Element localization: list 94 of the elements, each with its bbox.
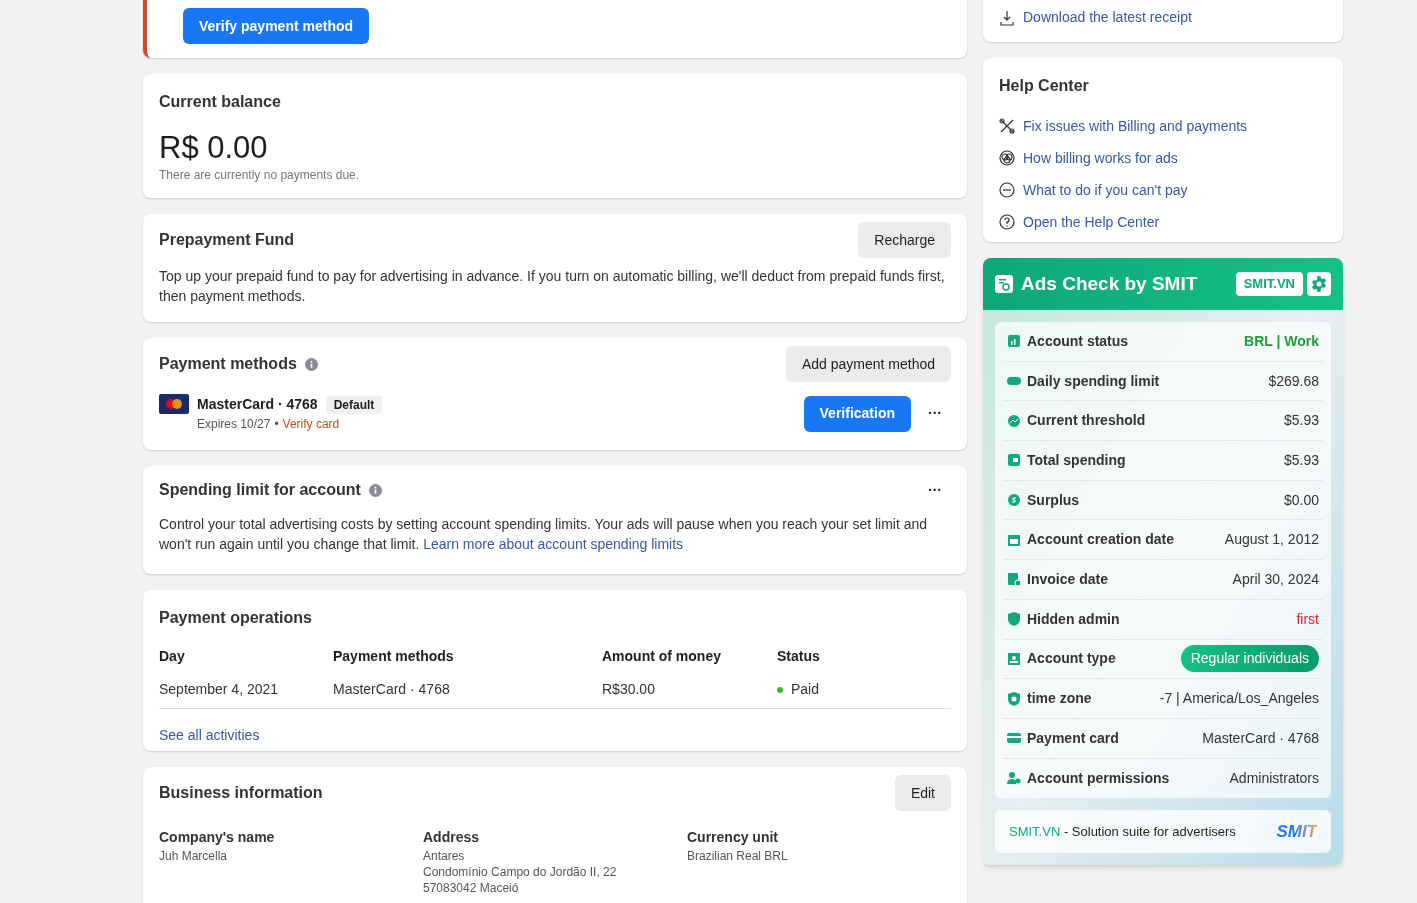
field-value: Brazilian Real BRL <box>687 848 789 864</box>
row-label: Invoice date <box>1027 569 1109 589</box>
card-title: Payment operations <box>159 608 313 628</box>
card-icon <box>159 394 189 414</box>
row-label: Total spending <box>1027 450 1127 470</box>
invoice-icon <box>1007 572 1021 587</box>
card-title: Help Center <box>999 76 1090 96</box>
separator-dot: • <box>274 416 279 433</box>
user-gear-icon <box>1007 771 1021 786</box>
field-value: 57083042 Maceió <box>423 880 520 896</box>
shield-icon <box>1007 612 1021 627</box>
help-link[interactable]: What to do if you can't pay <box>1023 179 1188 201</box>
minus-circle-icon <box>999 182 1015 198</box>
card-title: Business information <box>159 783 323 803</box>
row-value: $5.93 <box>1283 450 1319 470</box>
verify-card-link[interactable]: Verify card <box>282 415 340 433</box>
row-value: -7 | America/Los_Angeles <box>1159 689 1319 709</box>
row-value: $269.68 <box>1268 371 1319 391</box>
row-label: Current threshold <box>1027 411 1147 431</box>
panel-title: Ads Check by SMIT <box>1021 271 1199 296</box>
circles-icon <box>999 150 1015 166</box>
table-cell-text: R$30.00 <box>602 680 656 699</box>
row-label: Account creation date <box>1027 530 1176 550</box>
help-link[interactable]: Open the Help Center <box>1023 211 1160 233</box>
card-title: Spending limit for account <box>159 480 361 500</box>
settings-icon <box>1311 276 1327 292</box>
field-label: Company's name <box>159 828 276 847</box>
clock-shield-icon <box>1007 691 1021 706</box>
row-value: April 30, 2024 <box>1232 569 1319 589</box>
row-value: BRL | Work <box>1244 331 1319 351</box>
info-icon <box>368 483 382 497</box>
wallet-icon <box>1007 453 1021 468</box>
row-label: Surplus <box>1027 490 1081 510</box>
balance-amount: R$ 0.00 <box>159 130 269 166</box>
settings-button[interactable] <box>1307 272 1331 296</box>
recharge-button[interactable]: Recharge <box>858 222 951 258</box>
more-button[interactable]: ··· <box>919 397 951 430</box>
download-icon <box>999 9 1015 26</box>
column-header: Amount of money <box>602 647 722 666</box>
field-value: Antares <box>423 848 466 864</box>
field-label: Currency unit <box>687 828 779 847</box>
chart-icon <box>1007 334 1021 349</box>
row-label: Account type <box>1027 649 1117 669</box>
id-card-icon <box>1007 651 1021 666</box>
help-link[interactable]: Fix issues with Billing and payments <box>1023 115 1248 137</box>
card-title: Current balance <box>159 92 282 112</box>
help-link[interactable]: How billing works for ads <box>1023 147 1178 169</box>
credit-card-icon <box>1007 731 1021 746</box>
row-label: Account status <box>1027 331 1130 351</box>
column-header: Day <box>159 647 186 666</box>
see-all-link[interactable]: See all activities <box>159 725 951 746</box>
card-name: MasterCard · 4768 <box>197 395 318 414</box>
card-title: Prepayment Fund <box>159 230 295 250</box>
account-type-badge: Regular individuals <box>1180 645 1319 673</box>
row-label: Daily spending limit <box>1027 371 1161 391</box>
tools-icon <box>999 118 1015 134</box>
receipt-link[interactable]: Download the latest receipt <box>1023 7 1192 28</box>
row-label: time zone <box>1027 689 1093 709</box>
row-value: Administrators <box>1229 768 1319 788</box>
row-label: Hidden admin <box>1027 609 1121 629</box>
default-badge: Default <box>325 395 383 414</box>
info-icon <box>304 357 318 371</box>
row-value: MasterCard · 4768 <box>1202 728 1319 748</box>
help-icon <box>999 214 1015 230</box>
field-value: Juh Marcella <box>159 848 229 864</box>
card-title: Payment methods <box>159 354 297 374</box>
dollar-icon <box>1007 493 1021 508</box>
field-label: Address <box>423 828 481 847</box>
table-cell-text: September 4, 2021 <box>159 680 280 699</box>
footer-text: SMIT.VN - Solution suite for advertisers <box>1009 823 1237 841</box>
add-payment-method-button[interactable]: Add payment method <box>785 346 951 382</box>
card-description: Top up your prepaid fund to pay for advertising in advance. If you turn on automatic billing, we'll deduct from prepaid funds first, then payment methods. <box>159 267 946 306</box>
edit-button[interactable]: Edit <box>894 775 951 811</box>
report-icon <box>995 275 1013 293</box>
learn-more-link[interactable]: Learn more about account spending limits <box>423 536 684 552</box>
row-value: $5.93 <box>1283 411 1319 431</box>
row-value: $0.00 <box>1283 490 1319 510</box>
column-header: Payment methods <box>333 647 455 666</box>
trend-icon <box>1007 413 1021 428</box>
table-cell-text: MasterCard · 4768 <box>333 680 451 699</box>
row-value: first <box>1296 609 1319 629</box>
more-button[interactable]: ··· <box>919 478 951 502</box>
status-text: Paid <box>791 680 820 699</box>
row-label: Account permissions <box>1027 768 1171 788</box>
verification-button[interactable]: Verification <box>803 395 911 432</box>
card-description: Control your total advertising costs by setting account spending limits. Your ads will pause when you reach your set limit and won't run again until you change that limit. Learn more about account spending limits <box>159 515 929 554</box>
row-value: August 1, 2012 <box>1224 530 1319 550</box>
column-header: Status <box>777 647 821 666</box>
expiry-text: Expires 10/27 <box>197 416 271 433</box>
verify-payment-button[interactable]: Verify payment method <box>183 8 370 44</box>
row-label: Payment card <box>1027 728 1120 748</box>
field-value: Condomínio Campo do Jordão II, 22 <box>423 864 618 880</box>
balance-note: There are currently no payments due. <box>159 167 361 184</box>
calendar-icon <box>1007 532 1021 547</box>
